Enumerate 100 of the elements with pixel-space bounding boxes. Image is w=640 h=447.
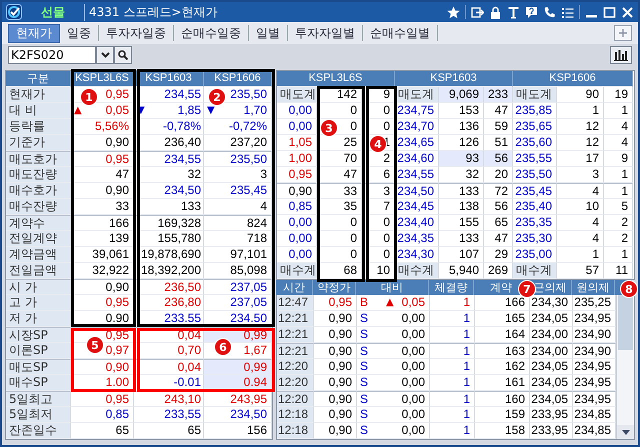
table-cell: 0,90 <box>71 183 134 199</box>
table-cell: 0,00 <box>402 392 425 406</box>
table-cell: 5,56% <box>71 119 134 135</box>
tab[interactable]: 순매수일별 <box>363 25 438 41</box>
table-cell: 4 <box>204 199 272 215</box>
tab[interactable]: 투자자일별 <box>288 25 363 41</box>
phone-icon[interactable] <box>543 6 556 18</box>
table-cell: 0,00 <box>402 311 425 326</box>
scroll-down-button[interactable] <box>617 425 634 439</box>
tab[interactable]: 일별 <box>249 25 288 41</box>
table-cell: 47 <box>484 231 513 247</box>
star-icon[interactable] <box>447 6 460 18</box>
tab[interactable]: 투자자일중 <box>99 25 174 41</box>
table-cell: 156 <box>204 423 272 439</box>
table-cell: 0,05 <box>106 103 129 118</box>
column-header: KSPL3L6S <box>277 71 395 87</box>
logo-icon <box>6 4 22 20</box>
scroll-thumb[interactable] <box>618 295 633 350</box>
row-label: 고 가 <box>6 295 71 311</box>
close-icon[interactable] <box>621 6 634 18</box>
tab[interactable]: 순매수일중 <box>174 25 249 41</box>
table-cell: 164 <box>475 327 530 343</box>
chart-button[interactable] <box>610 46 632 64</box>
table-cell: 139 <box>71 231 134 247</box>
table-cell: 0 <box>317 247 362 263</box>
table-cell: 1 <box>430 327 475 343</box>
table-cell: 235,85 <box>513 103 557 119</box>
row-label: 매도계 <box>513 87 557 103</box>
add-button[interactable] <box>614 25 632 41</box>
table-cell: 235,60 <box>513 135 557 151</box>
tab[interactable]: 현재가 <box>8 24 60 42</box>
table-cell: 234,55 <box>134 87 204 103</box>
row-label: 시장SP <box>6 327 71 343</box>
row-label: 매도잔량 <box>6 167 71 183</box>
table-cell: 133 <box>439 183 484 199</box>
table-cell: 0,70 <box>134 343 204 359</box>
table-cell: 136 <box>439 119 484 135</box>
time-cell: 12:47 <box>277 295 314 311</box>
table-cell: 234,05 <box>530 375 573 391</box>
row-label: 저 가 <box>6 311 71 327</box>
table-cell: 234,50 <box>395 183 439 199</box>
table-cell: 233,95 <box>530 423 573 439</box>
table-cell: 1.00 <box>71 375 134 391</box>
table-cell: 234,70 <box>395 119 439 135</box>
maximize-icon[interactable] <box>603 6 616 18</box>
table-cell: 234,35 <box>395 231 439 247</box>
time-cell: 12:21 <box>277 327 314 343</box>
down-triangle-icon <box>622 430 630 434</box>
table-cell: 85,098 <box>204 263 272 279</box>
table-cell: 0,00 <box>402 344 425 358</box>
table-cell: 0,95 <box>314 295 357 311</box>
lock-icon[interactable] <box>489 6 502 18</box>
table-cell: 56 <box>484 151 513 167</box>
table-cell: 2 <box>604 215 633 231</box>
table-cell: 32,922 <box>71 263 134 279</box>
side-label: S <box>360 327 368 342</box>
help-icon[interactable] <box>525 6 538 18</box>
table-cell: 233,95 <box>530 407 573 423</box>
table-cell: 166 <box>71 215 134 231</box>
list-icon[interactable] <box>561 6 574 18</box>
table-cell: 0,00 <box>402 407 425 422</box>
column-header: KSP1603 <box>395 71 513 87</box>
side-label: S <box>360 407 368 422</box>
table-cell: 97,101 <box>204 247 272 263</box>
table-cell: 0,00 <box>277 119 317 135</box>
table-cell: 824 <box>204 215 272 231</box>
tab[interactable]: 일중 <box>60 25 99 41</box>
dropdown-button[interactable] <box>96 46 114 64</box>
table-cell: 0,99 <box>204 359 272 375</box>
table-cell: 9 <box>604 151 633 167</box>
table-cell: 1,70 <box>244 103 267 118</box>
side-label: S <box>360 344 368 358</box>
table-cell: 236,80 <box>134 295 204 311</box>
table-cell: -0,72% <box>204 119 272 135</box>
font-icon[interactable] <box>507 6 520 18</box>
table-cell: 18,392,200 <box>134 263 204 279</box>
table-cell: 0,90 <box>314 423 357 439</box>
row-label: 매수계 <box>513 263 557 279</box>
table-cell: 0 <box>362 215 395 231</box>
time-cell: 12:20 <box>277 359 314 375</box>
table-cell: 32 <box>439 167 484 183</box>
table-cell: 4 <box>557 183 604 199</box>
table-cell: 133 <box>439 231 484 247</box>
table-cell: 235,30 <box>513 231 557 247</box>
table-cell: 235,45 <box>204 183 272 199</box>
plus-icon <box>619 29 627 37</box>
search-button[interactable] <box>114 46 132 64</box>
table-cell: 65 <box>71 423 134 439</box>
code-field[interactable]: K2FS020 <box>8 46 96 64</box>
table-cell: 237,05 <box>204 279 272 295</box>
exit-icon[interactable] <box>471 6 484 18</box>
table-cell: 169,328 <box>134 215 204 231</box>
table-cell: 0,90 <box>277 183 317 199</box>
table-cell: 158 <box>475 423 530 439</box>
time-cell: 12:21 <box>277 311 314 327</box>
table-cell: 234,05 <box>530 359 573 375</box>
time-cell: 12:20 <box>277 391 314 407</box>
side-label: B <box>360 295 368 310</box>
table-cell: 0,90 <box>314 311 357 327</box>
column-header: 원의제 <box>572 280 615 296</box>
